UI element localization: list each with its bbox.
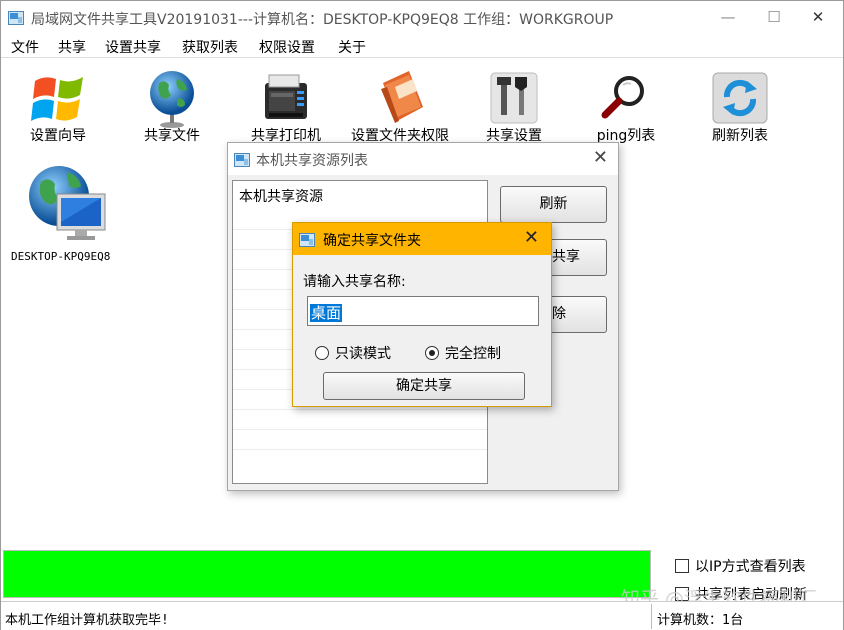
tool-label: 刷新列表 xyxy=(712,128,768,144)
refresh-button[interactable]: 刷新 xyxy=(500,186,607,223)
list-row-line xyxy=(233,409,487,410)
status-bar: 本机工作组计算机获取完毕! 计算机数：1台 xyxy=(1,601,843,630)
menu-file[interactable]: 文件 xyxy=(11,37,39,57)
refresh-icon xyxy=(709,67,771,129)
progress-fill xyxy=(4,551,650,597)
ip-view-checkbox[interactable]: 以IP方式查看列表 xyxy=(675,556,806,576)
ip-view-label: 以IP方式查看列表 xyxy=(695,559,806,575)
close-icon[interactable]: ✕ xyxy=(524,227,539,248)
share-name-input[interactable]: 桌面 xyxy=(307,296,539,326)
magnifier-icon xyxy=(595,67,657,129)
tool-label: 设置向导 xyxy=(30,128,86,144)
menu-get-list[interactable]: 获取列表 xyxy=(182,37,238,57)
network-computer-icon xyxy=(27,164,111,254)
menu-bar: 文件 共享 设置共享 获取列表 权限设置 关于 xyxy=(1,34,843,58)
readonly-label: 只读模式 xyxy=(335,346,391,362)
toolbar: 设置向导 共享文件 共享打印机 设置文件夹权限 共享设置 ping列表 刷新列表 xyxy=(1,59,843,154)
maximize-button[interactable]: ☐ xyxy=(751,1,797,34)
computer-count: 计算机数：1台 xyxy=(657,613,744,628)
computer-item[interactable]: DESKTOP-KPQ9EQ8 xyxy=(11,158,131,268)
tool-share-file[interactable]: 共享文件 xyxy=(129,59,215,154)
dialog-title-bar: 本机共享资源列表 ✕ xyxy=(228,143,618,175)
windows-logo-icon xyxy=(27,67,89,129)
close-icon[interactable]: ✕ xyxy=(593,147,608,168)
list-row-line xyxy=(233,429,487,430)
minimize-button[interactable]: — xyxy=(705,1,751,34)
menu-share[interactable]: 共享 xyxy=(58,37,86,57)
status-message: 本机工作组计算机获取完毕! xyxy=(5,613,169,628)
radio-circle-selected[interactable] xyxy=(425,346,439,360)
readonly-radio[interactable]: 只读模式 xyxy=(315,343,391,363)
menu-permissions[interactable]: 权限设置 xyxy=(259,37,315,57)
dialog-title: 确定共享文件夹 xyxy=(323,233,421,249)
tool-setup-wizard[interactable]: 设置向导 xyxy=(15,59,101,154)
menu-about[interactable]: 关于 xyxy=(338,37,366,57)
tool-label: 共享文件 xyxy=(144,128,200,144)
dialog-title: 本机共享资源列表 xyxy=(256,153,368,169)
computer-name: DESKTOP-KPQ9EQ8 xyxy=(11,250,111,263)
menu-set-share[interactable]: 设置共享 xyxy=(105,37,161,57)
share-name-value: 桌面 xyxy=(310,304,343,322)
share-name-prompt: 请输入共享名称: xyxy=(303,274,406,290)
app-icon xyxy=(299,232,315,247)
tool-refresh-list[interactable]: 刷新列表 xyxy=(697,59,783,154)
dialog-title-bar: 确定共享文件夹 ✕ xyxy=(293,223,551,255)
tool-share-printer[interactable]: 共享打印机 xyxy=(241,59,331,154)
full-control-label: 完全控制 xyxy=(445,346,501,362)
app-icon xyxy=(234,152,250,167)
globe-icon xyxy=(141,67,203,129)
window-title: 局域网文件共享工具V20191031---计算机名：DESKTOP-KPQ9EQ… xyxy=(31,12,614,28)
progress-bar xyxy=(3,550,651,598)
close-button[interactable]: ✕ xyxy=(795,1,841,34)
app-icon xyxy=(8,10,24,25)
tool-ping-list[interactable]: ping列表 xyxy=(583,59,669,154)
main-window: 局域网文件共享工具V20191031---计算机名：DESKTOP-KPQ9EQ… xyxy=(0,0,844,630)
tool-folder-permissions[interactable]: 设置文件夹权限 xyxy=(345,59,455,154)
checkbox-box[interactable] xyxy=(675,559,689,573)
list-header: 本机共享资源 xyxy=(239,189,323,205)
confirm-share-button[interactable]: 确定共享 xyxy=(323,372,525,400)
full-control-radio[interactable]: 完全控制 xyxy=(425,343,501,363)
list-row-line xyxy=(233,449,487,450)
address-book-icon xyxy=(369,67,431,129)
status-separator xyxy=(651,604,652,629)
printer-icon xyxy=(255,67,317,129)
title-bar: 局域网文件共享工具V20191031---计算机名：DESKTOP-KPQ9EQ… xyxy=(1,1,843,34)
tool-share-settings[interactable]: 共享设置 xyxy=(471,59,557,154)
tools-icon xyxy=(483,67,545,129)
radio-circle[interactable] xyxy=(315,346,329,360)
confirm-share-dialog: 确定共享文件夹 ✕ 请输入共享名称: 桌面 只读模式 完全控制 确定共享 xyxy=(292,222,552,407)
